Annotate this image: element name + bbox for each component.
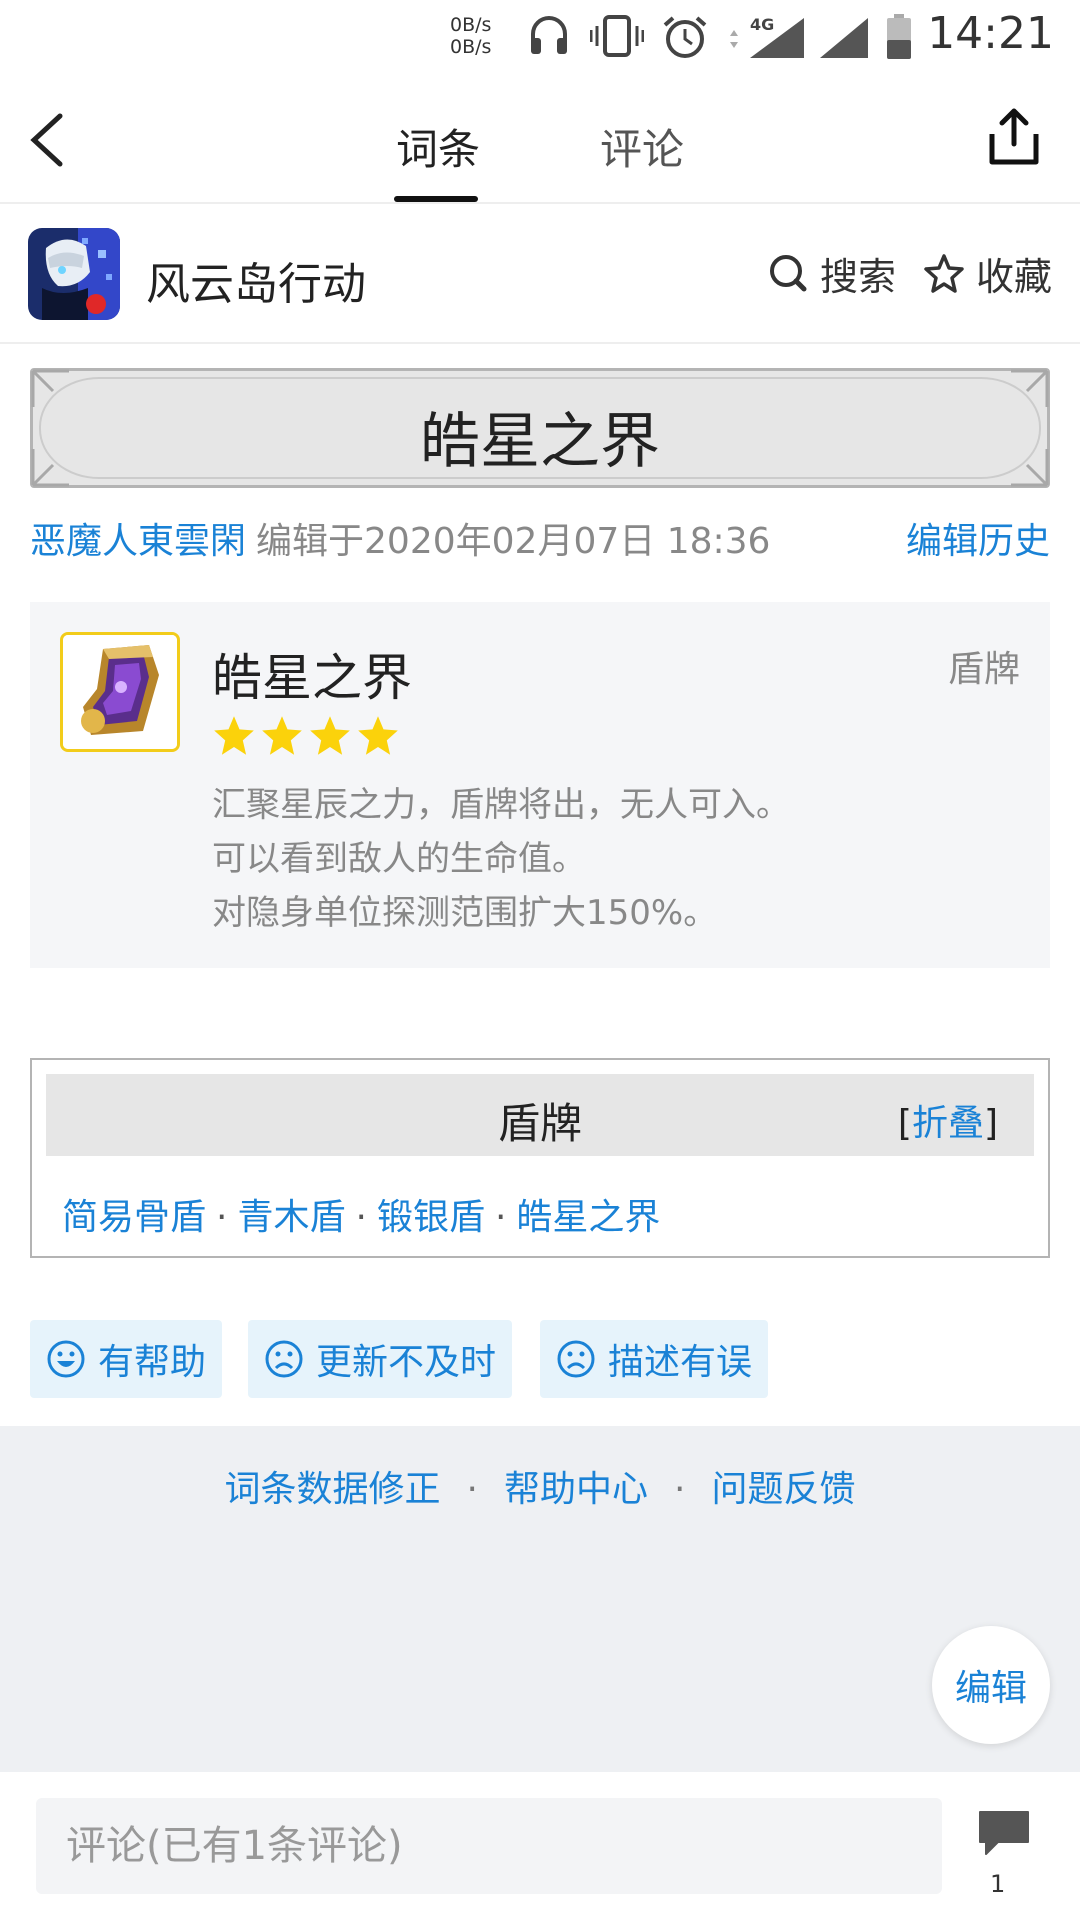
app-header: 风云岛行动 搜索 收藏 xyxy=(0,204,1080,344)
outdated-button[interactable]: 更新不及时 xyxy=(248,1320,513,1398)
favorite-button[interactable]: 收藏 xyxy=(924,248,1053,299)
status-bar: 0B/s 0B/s 4G 14:21 xyxy=(0,0,1080,76)
headphones-icon xyxy=(531,16,567,54)
clock: 14:21 xyxy=(927,8,1054,59)
favorite-label: 收藏 xyxy=(976,254,1053,299)
star-icon xyxy=(310,716,350,755)
search-icon xyxy=(770,255,807,292)
description-line: 对隐身单位探测范围扩大150%。 xyxy=(212,893,718,933)
wrong-description-button[interactable]: 描述有误 xyxy=(540,1320,769,1398)
network-type-label: 4G xyxy=(750,15,774,34)
feedback-link[interactable]: 问题反馈 xyxy=(711,1469,855,1510)
app-name: 风云岛行动 xyxy=(146,259,366,310)
back-icon[interactable] xyxy=(24,108,76,172)
smile-icon xyxy=(47,1340,85,1378)
navbox-links: 简易骨盾 · 青木盾 · 锻银盾 · 皓星之界 xyxy=(62,1197,661,1238)
wrong-description-label: 描述有误 xyxy=(608,1342,753,1383)
entry-meta: 恶魔人東雲閑 编辑于2020年02月07日 18:36 编辑历史 xyxy=(30,512,1050,564)
navbox-header: 盾牌 [折叠] xyxy=(46,1074,1034,1156)
author-link[interactable]: 恶魔人東雲閑 xyxy=(30,521,246,562)
item-rating xyxy=(212,714,400,758)
comment-input[interactable] xyxy=(36,1798,942,1894)
description-line: 汇聚星辰之力，盾牌将出，无人可入。 xyxy=(212,785,790,825)
navbox-link[interactable]: 青木盾 xyxy=(237,1197,345,1238)
search-label: 搜索 xyxy=(820,254,897,299)
help-center-link[interactable]: 帮助中心 xyxy=(504,1469,648,1510)
net-speed-down: 0B/s xyxy=(450,36,492,58)
footer: 词条数据修正 · 帮助中心 · 问题反馈 编辑 xyxy=(0,1426,1080,1772)
navbox-link[interactable]: 皓星之界 xyxy=(516,1197,660,1238)
item-description: 汇聚星辰之力，盾牌将出，无人可入。 可以看到敌人的生命值。 对隐身单位探测范围扩… xyxy=(212,778,790,940)
sad-face-icon xyxy=(265,1340,303,1378)
helpful-button[interactable]: 有帮助 xyxy=(30,1320,223,1398)
sad-face-icon xyxy=(557,1340,595,1378)
star-icon xyxy=(214,716,254,755)
entry-title: 皓星之界 xyxy=(420,407,660,477)
category-navbox: 盾牌 [折叠] 简易骨盾 · 青木盾 · 锻银盾 · 皓星之界 xyxy=(30,1058,1050,1258)
alarm-icon xyxy=(663,16,707,58)
collapse-link[interactable]: 折叠 xyxy=(912,1103,984,1144)
entry-title-banner: 皓星之界 xyxy=(30,368,1050,488)
data-correction-link[interactable]: 词条数据修正 xyxy=(225,1469,441,1510)
vibrate-icon xyxy=(590,15,644,57)
edit-timestamp: 编辑于2020年02月07日 18:36 xyxy=(256,521,771,562)
item-card: 皓星之界 盾牌 汇聚星辰之力，盾牌将出，无人可入。 可以看到敌人的生命值。 对隐… xyxy=(30,602,1050,968)
comment-icon[interactable] xyxy=(976,1808,1032,1858)
comment-bar: 1 xyxy=(0,1772,1080,1920)
signal-icon xyxy=(820,18,868,58)
net-speed-up: 0B/s xyxy=(450,14,492,36)
item-icon xyxy=(60,632,180,752)
signal-4g-icon: 4G xyxy=(730,15,804,58)
footer-links: 词条数据修正 · 帮助中心 · 问题反馈 xyxy=(224,1469,856,1510)
star-icon xyxy=(262,716,302,755)
navbox-title: 盾牌 xyxy=(497,1099,582,1148)
comment-count: 1 xyxy=(990,1870,1006,1898)
description-line: 可以看到敌人的生命值。 xyxy=(212,839,586,879)
navbox-link[interactable]: 锻银盾 xyxy=(377,1197,485,1238)
star-outline-icon xyxy=(924,254,964,293)
battery-icon xyxy=(887,14,911,59)
tab-comments[interactable]: 评论 xyxy=(600,116,684,177)
outdated-label: 更新不及时 xyxy=(316,1342,497,1383)
edit-history-link[interactable]: 编辑历史 xyxy=(906,512,1050,564)
share-icon[interactable] xyxy=(986,106,1042,168)
top-nav: 词条 评论 xyxy=(0,76,1080,204)
item-name: 皓星之界 xyxy=(212,649,412,707)
active-tab-indicator xyxy=(394,196,478,202)
network-speed: 0B/s 0B/s xyxy=(450,14,491,58)
navbox-link[interactable]: 简易骨盾 xyxy=(62,1197,206,1238)
tab-entry[interactable]: 词条 xyxy=(396,116,480,177)
app-icon[interactable] xyxy=(28,228,120,320)
search-button[interactable]: 搜索 xyxy=(768,248,897,299)
star-icon xyxy=(358,716,398,755)
helpful-label: 有帮助 xyxy=(98,1342,207,1383)
edit-button[interactable]: 编辑 xyxy=(932,1626,1050,1744)
item-type: 盾牌 xyxy=(947,649,1020,690)
collapse-toggle[interactable]: [折叠] xyxy=(898,1094,998,1146)
